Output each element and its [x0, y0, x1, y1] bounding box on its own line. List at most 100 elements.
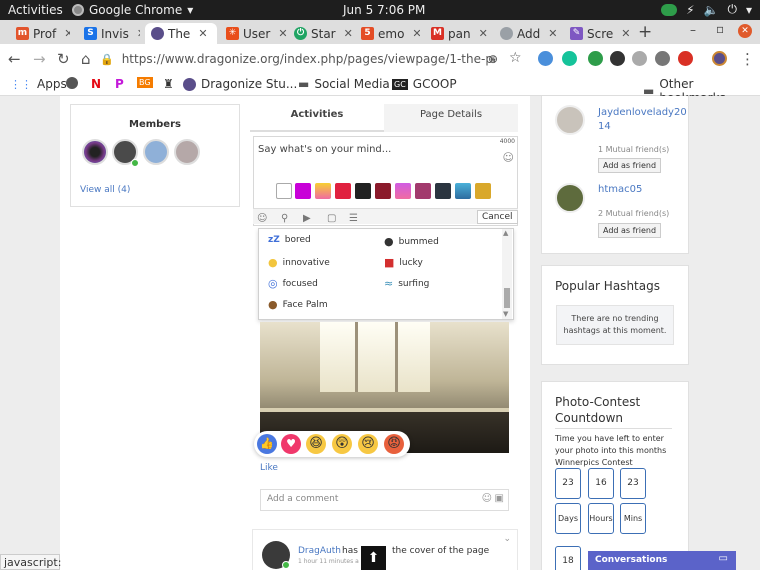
friend-name[interactable]: 14 — [598, 120, 611, 134]
bookmark-bg[interactable]: BG — [137, 77, 153, 88]
window-restore-button[interactable]: ▫ — [716, 22, 724, 36]
tab-5[interactable]: 5 emo ✕ — [355, 23, 420, 44]
cancel-button[interactable]: Cancel — [477, 210, 518, 224]
close-icon[interactable]: ✕ — [621, 27, 630, 40]
sad-reaction-icon[interactable]: 😢 — [358, 434, 378, 454]
back-arrow-icon[interactable]: ← — [8, 50, 21, 68]
composer-input[interactable]: Say what's on your mind... — [258, 144, 391, 155]
chevron-down-icon[interactable]: ⌄ — [503, 534, 511, 544]
app-menu[interactable]: Google Chrome ▾ — [72, 3, 193, 17]
extension-icon[interactable] — [588, 51, 603, 66]
friend-avatar[interactable] — [555, 183, 585, 213]
love-reaction-icon[interactable]: ♥ — [281, 434, 301, 454]
color-swatch[interactable] — [295, 183, 311, 199]
tab-4[interactable]: ⏻ Star ✕ — [288, 23, 352, 44]
bookmark-dragonize[interactable]: Dragonize Stu... — [183, 77, 297, 91]
camera-icon[interactable]: ▣ — [495, 493, 504, 504]
conversations-bar[interactable]: Conversations ▭ — [588, 551, 736, 570]
smiley-icon[interactable]: ☺ — [503, 151, 514, 164]
tab-7[interactable]: Add ✕ — [494, 23, 562, 44]
home-icon[interactable]: ⌂ — [81, 50, 91, 68]
feeling-item[interactable]: ● innovative — [268, 256, 330, 269]
extension-icon[interactable] — [678, 51, 693, 66]
color-swatch[interactable] — [475, 183, 491, 199]
file-icon[interactable]: ▢ — [327, 213, 336, 224]
close-icon[interactable]: ✕ — [64, 27, 70, 40]
scroll-thumb[interactable] — [504, 288, 510, 308]
close-icon[interactable]: ✕ — [344, 27, 352, 40]
grammarly-icon[interactable] — [562, 51, 577, 66]
tab-page-details[interactable]: Page Details — [384, 104, 518, 132]
tab-3[interactable]: ✳ User ✕ — [220, 23, 288, 44]
video-icon[interactable]: ▶ — [303, 213, 311, 224]
profile-avatar[interactable] — [712, 51, 727, 66]
extension-icon[interactable] — [632, 51, 647, 66]
location-icon[interactable]: ⚲ — [281, 213, 288, 224]
window-close-button[interactable]: ✕ — [738, 24, 752, 38]
bookmark-star-icon[interactable]: ☆ — [509, 50, 522, 66]
comment-input[interactable]: Add a comment — [267, 494, 338, 504]
color-swatch[interactable] — [435, 183, 451, 199]
feeling-item[interactable]: ≈ surfing — [384, 277, 429, 290]
wow-reaction-icon[interactable]: 😲 — [332, 434, 352, 454]
tab-activities[interactable]: Activities — [250, 104, 384, 132]
extension-icon[interactable] — [538, 51, 553, 66]
reload-icon[interactable]: ↻ — [57, 50, 70, 68]
color-swatch[interactable] — [455, 183, 471, 199]
color-swatch[interactable] — [395, 183, 411, 199]
clock[interactable]: Jun 5 7:06 PM — [343, 3, 425, 17]
extension-icon[interactable] — [655, 51, 670, 66]
bookmark-globe[interactable] — [66, 77, 78, 89]
close-icon[interactable]: ✕ — [278, 27, 287, 40]
friend-avatar[interactable] — [555, 105, 585, 135]
dropdown-scrollbar[interactable]: ▲ ▼ — [502, 229, 512, 319]
extension-icon[interactable] — [610, 51, 625, 66]
bookmark-netflix[interactable]: N — [91, 77, 101, 91]
bookmark-apps[interactable]: ⋮⋮ Apps — [10, 77, 67, 91]
color-swatch[interactable] — [415, 183, 431, 199]
scroll-to-top-button[interactable]: ⬆ — [361, 546, 386, 570]
feeling-item[interactable]: ◎ focused — [268, 277, 318, 290]
system-tray[interactable]: ⚡ 🔈 ⏻ ▾ — [661, 2, 752, 17]
bookmark-gcoop[interactable]: GC GCOOP — [392, 77, 457, 91]
close-icon[interactable]: ✕ — [198, 27, 207, 40]
close-icon[interactable]: ✕ — [479, 27, 488, 40]
bookmark-social-media[interactable]: ▬ Social Media — [298, 77, 390, 91]
list-icon[interactable]: ☰ — [349, 213, 358, 224]
window-minimize-button[interactable]: – — [690, 23, 696, 37]
avatar[interactable] — [143, 139, 169, 165]
emoji-icon[interactable]: ☺ — [257, 213, 267, 224]
forward-arrow-icon[interactable]: → — [33, 50, 46, 68]
scroll-down-icon[interactable]: ▼ — [503, 310, 508, 318]
tab-0[interactable]: m Prof ✕ — [10, 23, 70, 44]
tab-6[interactable]: M pan ✕ — [425, 23, 489, 44]
haha-reaction-icon[interactable]: 😆 — [306, 434, 326, 454]
avatar[interactable] — [82, 139, 108, 165]
color-swatch[interactable] — [276, 183, 292, 199]
add-friend-button[interactable]: Add as friend — [598, 223, 662, 238]
menu-kebab-icon[interactable]: ⋮ — [740, 50, 755, 68]
emoji-icon[interactable]: ☺ — [482, 493, 492, 504]
tab-8[interactable]: ✎ Scre ✕ — [564, 23, 630, 44]
comment-box[interactable]: Add a comment ☺ ▣ — [260, 489, 509, 511]
tab-2[interactable]: The ✕ — [145, 23, 217, 44]
bookmark-lighthouse[interactable]: ♜ — [163, 77, 174, 91]
close-icon[interactable]: ✕ — [548, 27, 557, 40]
color-swatch[interactable] — [375, 183, 391, 199]
like-link[interactable]: Like — [260, 463, 278, 473]
color-swatch[interactable] — [315, 183, 331, 199]
color-swatch[interactable] — [355, 183, 371, 199]
tab-1[interactable]: S Invis ✕ — [78, 23, 140, 44]
new-tab-button[interactable]: + — [638, 22, 652, 42]
close-icon[interactable]: ✕ — [137, 27, 140, 40]
close-icon[interactable]: ✕ — [412, 27, 420, 40]
friend-name[interactable]: htmac05 — [598, 183, 642, 197]
friend-name[interactable]: Jaydenlovelady20 — [598, 106, 687, 120]
maximize-icon[interactable]: ▭ — [719, 553, 728, 564]
feeling-item[interactable]: ● Face Palm — [268, 298, 328, 311]
feeling-item[interactable]: zZ bored — [268, 235, 311, 245]
bookmark-p[interactable]: P — [115, 77, 124, 91]
view-all-link[interactable]: View all (4) — [80, 185, 130, 195]
feeling-item[interactable]: ● bummed — [384, 235, 439, 248]
avatar[interactable] — [174, 139, 200, 165]
